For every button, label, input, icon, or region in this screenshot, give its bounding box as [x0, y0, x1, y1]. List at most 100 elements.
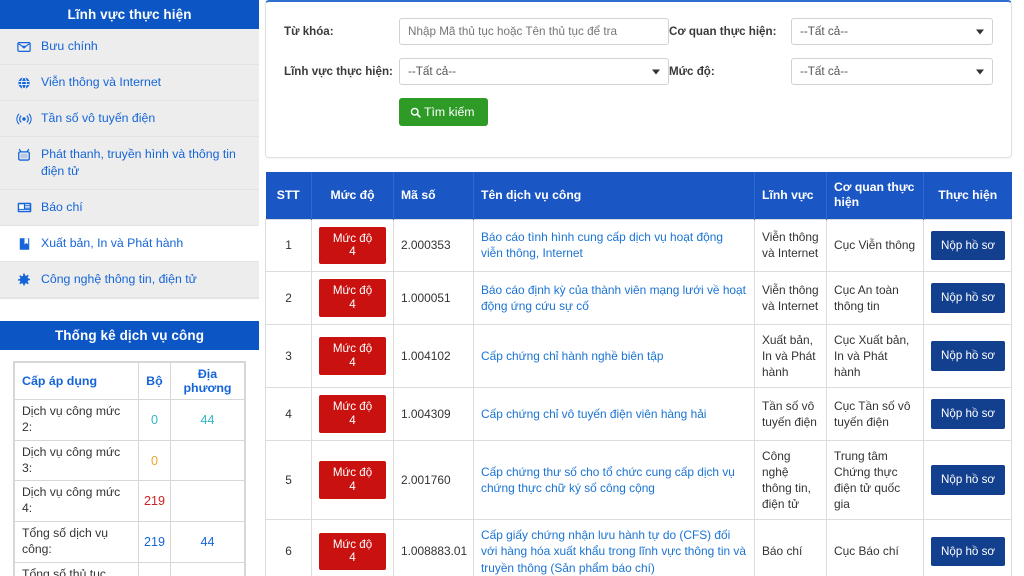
- service-name-cell: Cấp chứng chỉ hành nghề biên tập: [473, 324, 755, 389]
- table-header-row: Cấp áp dụng Bộ Địa phương: [14, 361, 246, 400]
- stats-value-diaphuong[interactable]: 44: [169, 398, 246, 441]
- service-name-link[interactable]: Báo cáo định kỳ của thành viên mạng lưới…: [481, 283, 746, 313]
- submit-dossier-button[interactable]: Nộp hồ sơ: [931, 536, 1006, 567]
- service-name-link[interactable]: Cấp chứng thư số cho tổ chức cung cấp dị…: [481, 465, 735, 495]
- row-index: 6: [265, 519, 312, 576]
- stats-value-bo[interactable]: 0: [137, 398, 171, 441]
- field-cell: Xuất bản, In và Phát hành: [754, 324, 827, 389]
- search-button[interactable]: Tìm kiếm: [399, 98, 488, 126]
- sidebar-item-label: Bưu chính: [41, 39, 98, 53]
- service-name-link[interactable]: Báo cáo tình hình cung cấp dịch vụ hoạt …: [481, 230, 723, 260]
- stats-header-capapdung: Cấp áp dụng: [14, 361, 139, 400]
- stats-value-diaphuong[interactable]: 44: [169, 561, 246, 576]
- level-label: Mức độ:: [669, 65, 715, 78]
- search-button-label: Tìm kiếm: [424, 105, 475, 119]
- row-index: 4: [265, 387, 312, 442]
- row-index: 5: [265, 440, 312, 521]
- service-code: 1.004102: [393, 324, 474, 389]
- statistics-section: Thống kê dịch vụ công Cấp áp dụng Bộ Địa…: [0, 320, 259, 576]
- service-name-cell: Cấp chứng thư số cho tổ chức cung cấp dị…: [473, 440, 755, 521]
- service-name-cell: Cấp giấy chứng nhận lưu hành tự do (CFS)…: [473, 519, 755, 576]
- sidebar-item-buu-chinh[interactable]: Bưu chính: [0, 29, 259, 65]
- sidebar-item-label: Báo chí: [41, 199, 83, 214]
- stats-value-diaphuong: [169, 439, 246, 482]
- col-header-muc-do[interactable]: Mức độ: [311, 172, 394, 219]
- agency-cell: Cục Tần số vô tuyến điện: [826, 387, 924, 442]
- table-row: Tổng số thủ tục hành chính: 207 44: [14, 561, 246, 576]
- stats-value-bo[interactable]: 219: [137, 480, 171, 523]
- stats-row-label: Dịch vụ công mức 4:: [14, 480, 139, 523]
- results-body: 1 Mức độ 4 2.000353 Báo cáo tình hình cu…: [265, 218, 1012, 576]
- results-table: STT Mức độ Mã số Tên dịch vụ công Lĩnh v…: [265, 172, 1012, 576]
- table-row: 1 Mức độ 4 2.000353 Báo cáo tình hình cu…: [265, 218, 1012, 273]
- service-name-link[interactable]: Cấp chứng chỉ hành nghề biên tập: [481, 349, 664, 363]
- table-row: Dịch vụ công mức 4: 219: [14, 480, 246, 523]
- table-row: Dịch vụ công mức 3: 0: [14, 439, 246, 482]
- field-select[interactable]: --Tất cả--: [399, 58, 669, 85]
- submit-dossier-button[interactable]: Nộp hồ sơ: [931, 230, 1006, 261]
- stats-value-diaphuong[interactable]: 44: [169, 521, 246, 563]
- service-name-cell: Báo cáo định kỳ của thành viên mạng lưới…: [473, 271, 755, 326]
- stats-row-label: Tổng số thủ tục hành chính:: [14, 561, 139, 576]
- stats-value-bo[interactable]: 207: [137, 561, 171, 576]
- col-header-linh-vuc[interactable]: Lĩnh vực: [754, 172, 827, 219]
- stats-value-bo[interactable]: 0: [137, 439, 171, 482]
- stats-value-bo[interactable]: 219: [137, 521, 171, 563]
- table-header-row: STT Mức độ Mã số Tên dịch vụ công Lĩnh v…: [265, 172, 1012, 219]
- keyword-label: Từ khóa:: [284, 25, 334, 38]
- sidebar-item-cong-nghe-thong-tin[interactable]: Công nghệ thông tin, điện tử: [0, 261, 259, 298]
- field-cell: Công nghệ thông tin, điện tử: [754, 440, 827, 521]
- chevron-down-icon: [976, 29, 984, 34]
- agency-cell: Trung tâm Chứng thực điện tử quốc gia: [826, 440, 924, 521]
- submit-dossier-button[interactable]: Nộp hồ sơ: [931, 465, 1006, 496]
- sidebar: Lĩnh vực thực hiện Bưu chính Viễn thông …: [0, 0, 259, 576]
- level-badge: Mức độ 4: [319, 532, 386, 571]
- page-root: Lĩnh vực thực hiện Bưu chính Viễn thông …: [0, 0, 1024, 576]
- action-cell: Nộp hồ sơ: [923, 324, 1012, 389]
- row-index: 1: [265, 218, 312, 273]
- sidebar-item-bao-chi[interactable]: Báo chí: [0, 189, 259, 226]
- agency-cell: Cục Xuất bản, In và Phát hành: [826, 324, 924, 389]
- level-cell: Mức độ 4: [311, 440, 394, 521]
- field-label: Lĩnh vực thực hiện:: [284, 65, 393, 78]
- search-input[interactable]: [399, 18, 669, 45]
- stats-row-label: Tổng số dịch vụ công:: [14, 521, 139, 563]
- submit-dossier-button[interactable]: Nộp hồ sơ: [931, 283, 1006, 314]
- col-header-stt[interactable]: STT: [265, 172, 312, 219]
- level-group: Mức độ: --Tất cả--: [669, 58, 993, 85]
- col-header-co-quan-thuc-hien[interactable]: Cơ quan thực hiện: [826, 172, 924, 219]
- level-select[interactable]: --Tất cả--: [791, 58, 993, 85]
- search-row-3: Tìm kiếm: [284, 98, 993, 126]
- level-cell: Mức độ 4: [311, 519, 394, 576]
- service-name-link[interactable]: Cấp giấy chứng nhận lưu hành tự do (CFS)…: [481, 528, 746, 574]
- agency-cell: Cục An toàn thông tin: [826, 271, 924, 326]
- field-cell: Viễn thông và Internet: [754, 271, 827, 326]
- gear-icon: [16, 272, 32, 288]
- field-select-value: --Tất cả--: [408, 65, 457, 78]
- table-row: Tổng số dịch vụ công: 219 44: [14, 521, 246, 563]
- main-content: Từ khóa: Cơ quan thực hiện: --Tất cả-- L…: [259, 0, 1024, 576]
- field-cell: Tần số vô tuyến điện: [754, 387, 827, 442]
- agency-group: Cơ quan thực hiện: --Tất cả--: [669, 18, 993, 45]
- agency-cell: Cục Báo chí: [826, 519, 924, 576]
- submit-dossier-button[interactable]: Nộp hồ sơ: [931, 341, 1006, 372]
- sidebar-menu-title: Lĩnh vực thực hiện: [0, 0, 259, 29]
- col-header-thuc-hien: Thực hiện: [923, 172, 1012, 219]
- level-cell: Mức độ 4: [311, 271, 394, 326]
- sidebar-menu: Bưu chính Viễn thông và Internet Tần số …: [0, 29, 259, 299]
- submit-dossier-button[interactable]: Nộp hồ sơ: [931, 399, 1006, 430]
- sidebar-item-tan-so-vo-tuyen-dien[interactable]: Tần số vô tuyến điện: [0, 101, 259, 137]
- service-name-link[interactable]: Cấp chứng chỉ vô tuyến điện viên hàng hả…: [481, 407, 706, 421]
- service-code: 1.000051: [393, 271, 474, 326]
- level-cell: Mức độ 4: [311, 218, 394, 273]
- chevron-down-icon: [976, 69, 984, 74]
- stats-header-bo: Bộ: [137, 361, 171, 400]
- sidebar-item-phat-thanh-truyen-hinh[interactable]: Phát thanh, truyền hình và thông tin điệ…: [0, 137, 259, 190]
- agency-select[interactable]: --Tất cả--: [791, 18, 993, 45]
- statistics-table: Cấp áp dụng Bộ Địa phương Dịch vụ công m…: [14, 361, 246, 576]
- sidebar-item-xuat-ban-in-phat-hanh[interactable]: Xuất bản, In và Phát hành: [0, 225, 259, 262]
- col-header-ten-dich-vu-cong[interactable]: Tên dịch vụ công: [473, 172, 755, 219]
- col-header-ma-so[interactable]: Mã số: [393, 172, 474, 219]
- sidebar-item-vien-thong-internet[interactable]: Viễn thông và Internet: [0, 65, 259, 101]
- sidebar-item-label: Tần số vô tuyến điện: [41, 111, 156, 125]
